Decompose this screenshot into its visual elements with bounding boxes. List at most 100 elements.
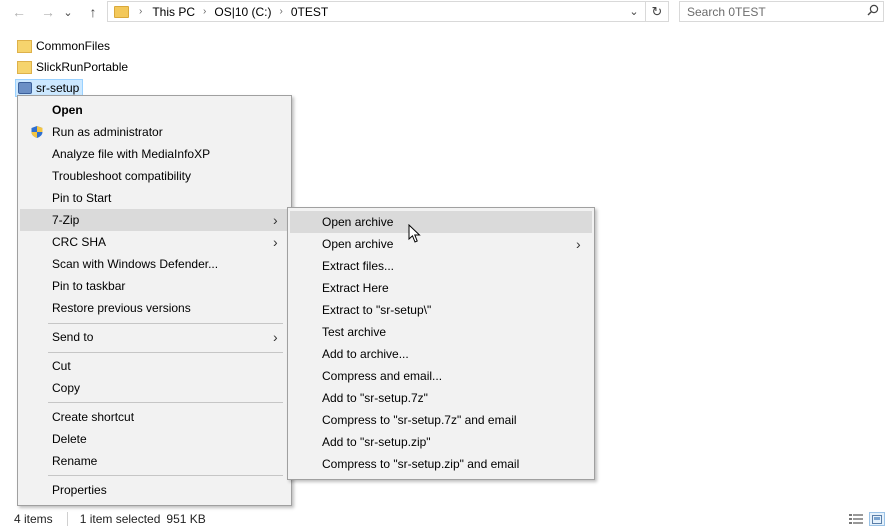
status-bar: 4 items 1 item selected 951 KB [14, 512, 220, 526]
folder-icon [17, 39, 32, 53]
menu-item-label: Cut [52, 359, 71, 373]
submenu-item-open-archive[interactable]: Open archive [290, 211, 592, 233]
menu-item-pin-to-taskbar[interactable]: Pin to taskbar [20, 275, 289, 297]
menu-item-copy[interactable]: Copy [20, 377, 289, 399]
menu-item-label: Delete [52, 432, 87, 446]
status-size: 951 KB [166, 512, 206, 526]
refresh-icon: ↻ [651, 3, 663, 19]
menu-item-label: Compress and email... [322, 369, 443, 383]
breadcrumb-drive[interactable]: OS|10 (C:) [212, 5, 273, 19]
menu-item-label: Extract to "sr-setup\" [322, 303, 432, 317]
menu-item-label: 7-Zip [52, 213, 80, 227]
menu-item-open[interactable]: Open [20, 99, 289, 121]
submenu-item-extract-here[interactable]: Extract Here [290, 277, 592, 299]
menu-item-create-shortcut[interactable]: Create shortcut [20, 406, 289, 428]
chevron-right-icon: › [273, 212, 278, 228]
submenu-item-open-archive-more[interactable]: Open archive › [290, 233, 592, 255]
menu-item-7zip[interactable]: 7-Zip › [20, 209, 289, 231]
menu-item-label: Open archive [322, 237, 394, 251]
menu-item-label: Pin to taskbar [52, 279, 126, 293]
chevron-right-icon: › [273, 329, 278, 345]
recent-locations-button[interactable]: ⌄ [60, 2, 76, 22]
search-box[interactable]: Search 0TEST [679, 1, 884, 22]
7zip-submenu: Open archive Open archive › Extract files… [287, 207, 595, 480]
breadcrumb-separator[interactable]: › [197, 6, 212, 17]
status-item-count: 4 items [14, 512, 53, 526]
menu-item-label: Copy [52, 381, 81, 395]
menu-item-label: Add to "sr-setup.7z" [322, 391, 428, 405]
file-name: SlickRunPortable [36, 60, 129, 74]
menu-item-run-as-admin[interactable]: Run as administrator [20, 121, 289, 143]
forward-button[interactable]: → [37, 2, 59, 22]
menu-separator [48, 323, 283, 324]
chevron-right-icon: › [576, 236, 581, 252]
menu-item-scan-defender[interactable]: Scan with Windows Defender... [20, 253, 289, 275]
menu-item-label: Analyze file with MediaInfoXP [52, 147, 211, 161]
address-bar[interactable]: › This PC › OS|10 (C:) › 0TEST ⌄ ↻ [107, 1, 669, 22]
details-view-button[interactable] [848, 512, 864, 526]
menu-item-label: Create shortcut [52, 410, 135, 424]
menu-item-analyze-mediainfo[interactable]: Analyze file with MediaInfoXP [20, 143, 289, 165]
up-button[interactable]: ↑ [82, 2, 104, 22]
menu-item-label: Restore previous versions [52, 301, 191, 315]
breadcrumb-separator: › [139, 6, 143, 17]
file-name: sr-setup [36, 81, 80, 95]
menu-item-label: Rename [52, 454, 98, 468]
back-arrow-icon: ← [12, 4, 26, 20]
menu-item-label: Send to [52, 330, 94, 344]
submenu-item-test-archive[interactable]: Test archive [290, 321, 592, 343]
folder-icon [17, 60, 32, 74]
breadcrumb-folder[interactable]: 0TEST [289, 5, 330, 19]
submenu-item-extract-to[interactable]: Extract to "sr-setup\" [290, 299, 592, 321]
menu-item-delete[interactable]: Delete [20, 428, 289, 450]
forward-arrow-icon: → [41, 4, 55, 20]
large-icons-view-icon [872, 514, 882, 524]
mouse-cursor-icon [408, 224, 421, 243]
menu-item-label: Pin to Start [52, 191, 112, 205]
submenu-item-compress-7z-email[interactable]: Compress to "sr-setup.7z" and email [290, 409, 592, 431]
context-menu: Open Run as administrator Analyze file w… [17, 95, 292, 506]
back-button[interactable]: ← [8, 2, 30, 22]
menu-item-restore-versions[interactable]: Restore previous versions [20, 297, 289, 319]
search-input[interactable]: Search 0TEST [687, 5, 863, 19]
menu-separator [48, 475, 283, 476]
menu-item-label: Open archive [322, 215, 394, 229]
refresh-button[interactable]: ↻ [645, 2, 668, 21]
menu-item-label: CRC SHA [52, 235, 107, 249]
chevron-right-icon: › [273, 234, 278, 250]
menu-item-label: Add to archive... [322, 347, 409, 361]
menu-item-label: Troubleshoot compatibility [52, 169, 191, 183]
breadcrumb-this-pc[interactable]: This PC [150, 5, 197, 19]
menu-item-crc-sha[interactable]: CRC SHA › [20, 231, 289, 253]
address-dropdown-button[interactable]: ⌄ [623, 2, 645, 21]
menu-item-label: Extract Here [322, 281, 389, 295]
menu-separator [48, 352, 283, 353]
breadcrumb-separator[interactable]: › [274, 6, 289, 17]
large-icons-view-button[interactable] [869, 512, 885, 526]
submenu-item-add-to-7z[interactable]: Add to "sr-setup.7z" [290, 387, 592, 409]
list-item[interactable]: CommonFiles [17, 37, 110, 55]
submenu-item-add-to-zip[interactable]: Add to "sr-setup.zip" [290, 431, 592, 453]
submenu-item-extract-files[interactable]: Extract files... [290, 255, 592, 277]
menu-item-label: Properties [52, 483, 107, 497]
menu-item-send-to[interactable]: Send to › [20, 326, 289, 348]
submenu-item-compress-zip-email[interactable]: Compress to "sr-setup.zip" and email [290, 453, 592, 475]
list-item[interactable]: SlickRunPortable [17, 58, 128, 76]
menu-item-label: Run as administrator [52, 125, 163, 139]
shield-icon [31, 126, 43, 138]
menu-item-label: Open [52, 103, 83, 117]
submenu-item-add-to-archive[interactable]: Add to archive... [290, 343, 592, 365]
menu-item-properties[interactable]: Properties [20, 479, 289, 501]
menu-item-label: Test archive [322, 325, 387, 339]
menu-item-label: Extract files... [322, 259, 395, 273]
menu-item-troubleshoot[interactable]: Troubleshoot compatibility [20, 165, 289, 187]
menu-item-pin-to-start[interactable]: Pin to Start [20, 187, 289, 209]
submenu-item-compress-email[interactable]: Compress and email... [290, 365, 592, 387]
menu-item-label: Add to "sr-setup.zip" [322, 435, 431, 449]
menu-item-cut[interactable]: Cut [20, 355, 289, 377]
folder-icon [114, 5, 129, 18]
menu-item-rename[interactable]: Rename [20, 450, 289, 472]
status-selection: 1 item selected [79, 512, 161, 526]
menu-item-label: Scan with Windows Defender... [52, 257, 219, 271]
details-view-icon [849, 514, 863, 524]
